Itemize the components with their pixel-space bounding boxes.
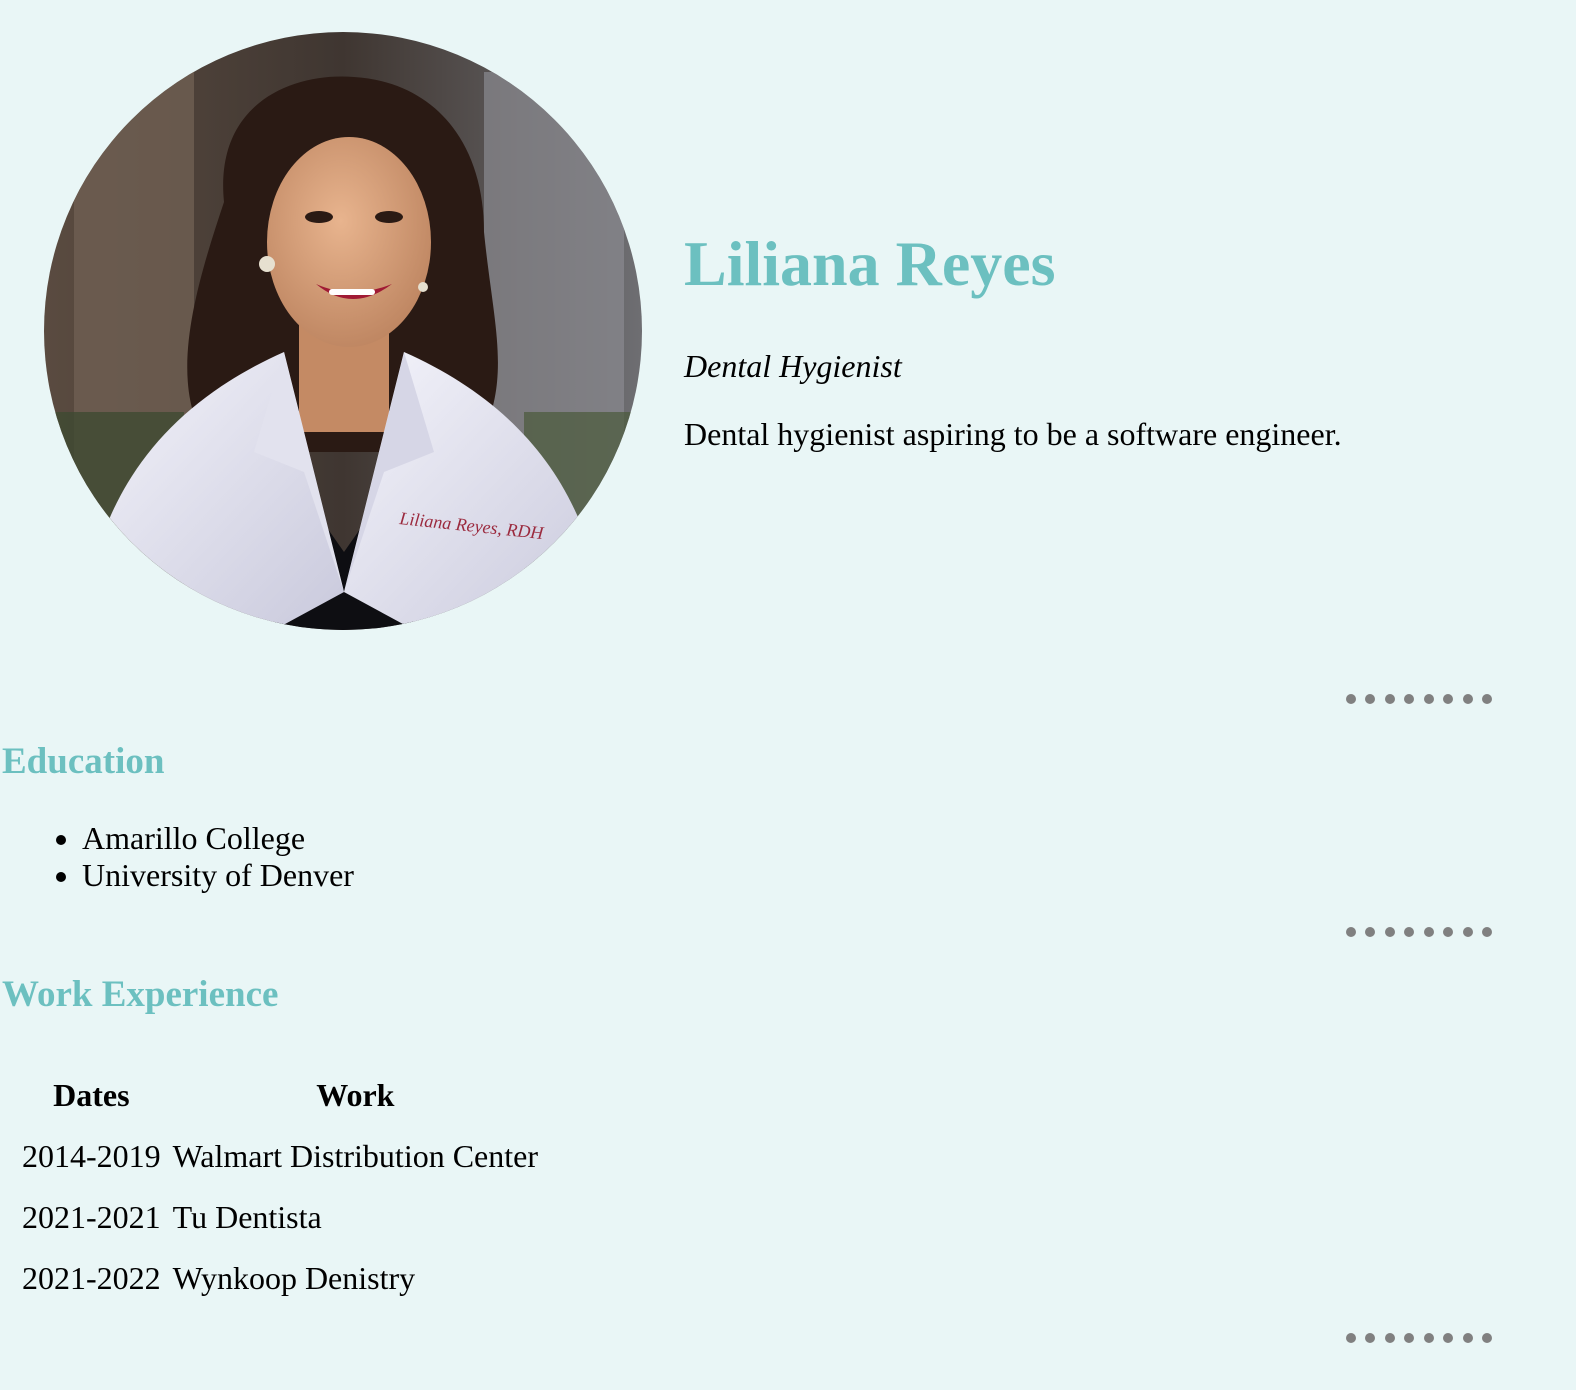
work-experience-table: Dates Work 2014-2019 Walmart Distributio… — [10, 1064, 550, 1309]
divider-dot — [1404, 927, 1415, 937]
divider-dot — [1423, 694, 1434, 704]
education-heading: Education — [2, 741, 165, 782]
divider-dot — [1423, 927, 1434, 937]
divider-dot — [1443, 927, 1454, 937]
intro: Liliana Reyes Dental Hygienist Dental hy… — [684, 224, 1504, 454]
divider-dot — [1443, 694, 1454, 704]
divider-dot — [1346, 927, 1356, 937]
divider-dot — [1384, 1333, 1395, 1343]
table-row: 2021-2022 Wynkoop Denistry — [22, 1248, 538, 1309]
column-header-dates: Dates — [53, 1076, 130, 1113]
education-item: University of Denver — [56, 857, 354, 893]
work-employer: Tu Dentista — [172, 1199, 322, 1235]
work-experience-heading: Work Experience — [2, 974, 279, 1015]
person-name: Liliana Reyes — [684, 228, 1056, 299]
section-divider — [1346, 692, 1492, 706]
divider-dot — [1462, 694, 1473, 704]
education-item: Amarillo College — [56, 820, 354, 857]
divider-dot — [1443, 1333, 1454, 1343]
profile-photo: Liliana Reyes, RDH — [44, 32, 642, 630]
divider-dot — [1404, 1333, 1415, 1343]
divider-dot — [1481, 1333, 1492, 1343]
divider-dot — [1462, 1333, 1473, 1343]
divider-dot — [1365, 694, 1376, 704]
divider-dot — [1365, 1333, 1376, 1343]
divider-dot — [1404, 694, 1415, 704]
table-row: 2021-2021 Tu Dentista — [22, 1187, 538, 1248]
section-divider — [1346, 1331, 1492, 1345]
work-dates: 2021-2022 — [22, 1260, 161, 1296]
work-dates: 2021-2021 — [22, 1199, 161, 1235]
education-list: Amarillo College University of Denver — [56, 820, 354, 894]
divider-dot — [1384, 694, 1395, 704]
divider-dot — [1481, 927, 1492, 937]
divider-dot — [1423, 1333, 1434, 1343]
profile-header: Liliana Reyes, RDH Liliana Reyes Dental … — [44, 32, 1544, 630]
divider-dot — [1481, 694, 1492, 704]
column-header-work: Work — [316, 1076, 395, 1113]
divider-dot — [1462, 927, 1473, 937]
job-title: Dental Hygienist — [684, 348, 902, 384]
divider-dot — [1365, 927, 1376, 937]
divider-dot — [1384, 927, 1395, 937]
work-employer: Wynkoop Denistry — [172, 1260, 416, 1296]
bio-text: Dental hygienist aspiring to be a softwa… — [684, 416, 1342, 452]
table-header-row: Dates Work — [22, 1064, 538, 1126]
work-employer: Walmart Distribution Center — [172, 1138, 538, 1174]
work-dates: 2014-2019 — [22, 1138, 161, 1174]
divider-dot — [1346, 1333, 1356, 1343]
divider-dot — [1346, 694, 1356, 704]
section-divider — [1346, 925, 1492, 939]
table-row: 2014-2019 Walmart Distribution Center — [22, 1126, 538, 1187]
profile-photo-illustration: Liliana Reyes, RDH — [44, 32, 642, 630]
